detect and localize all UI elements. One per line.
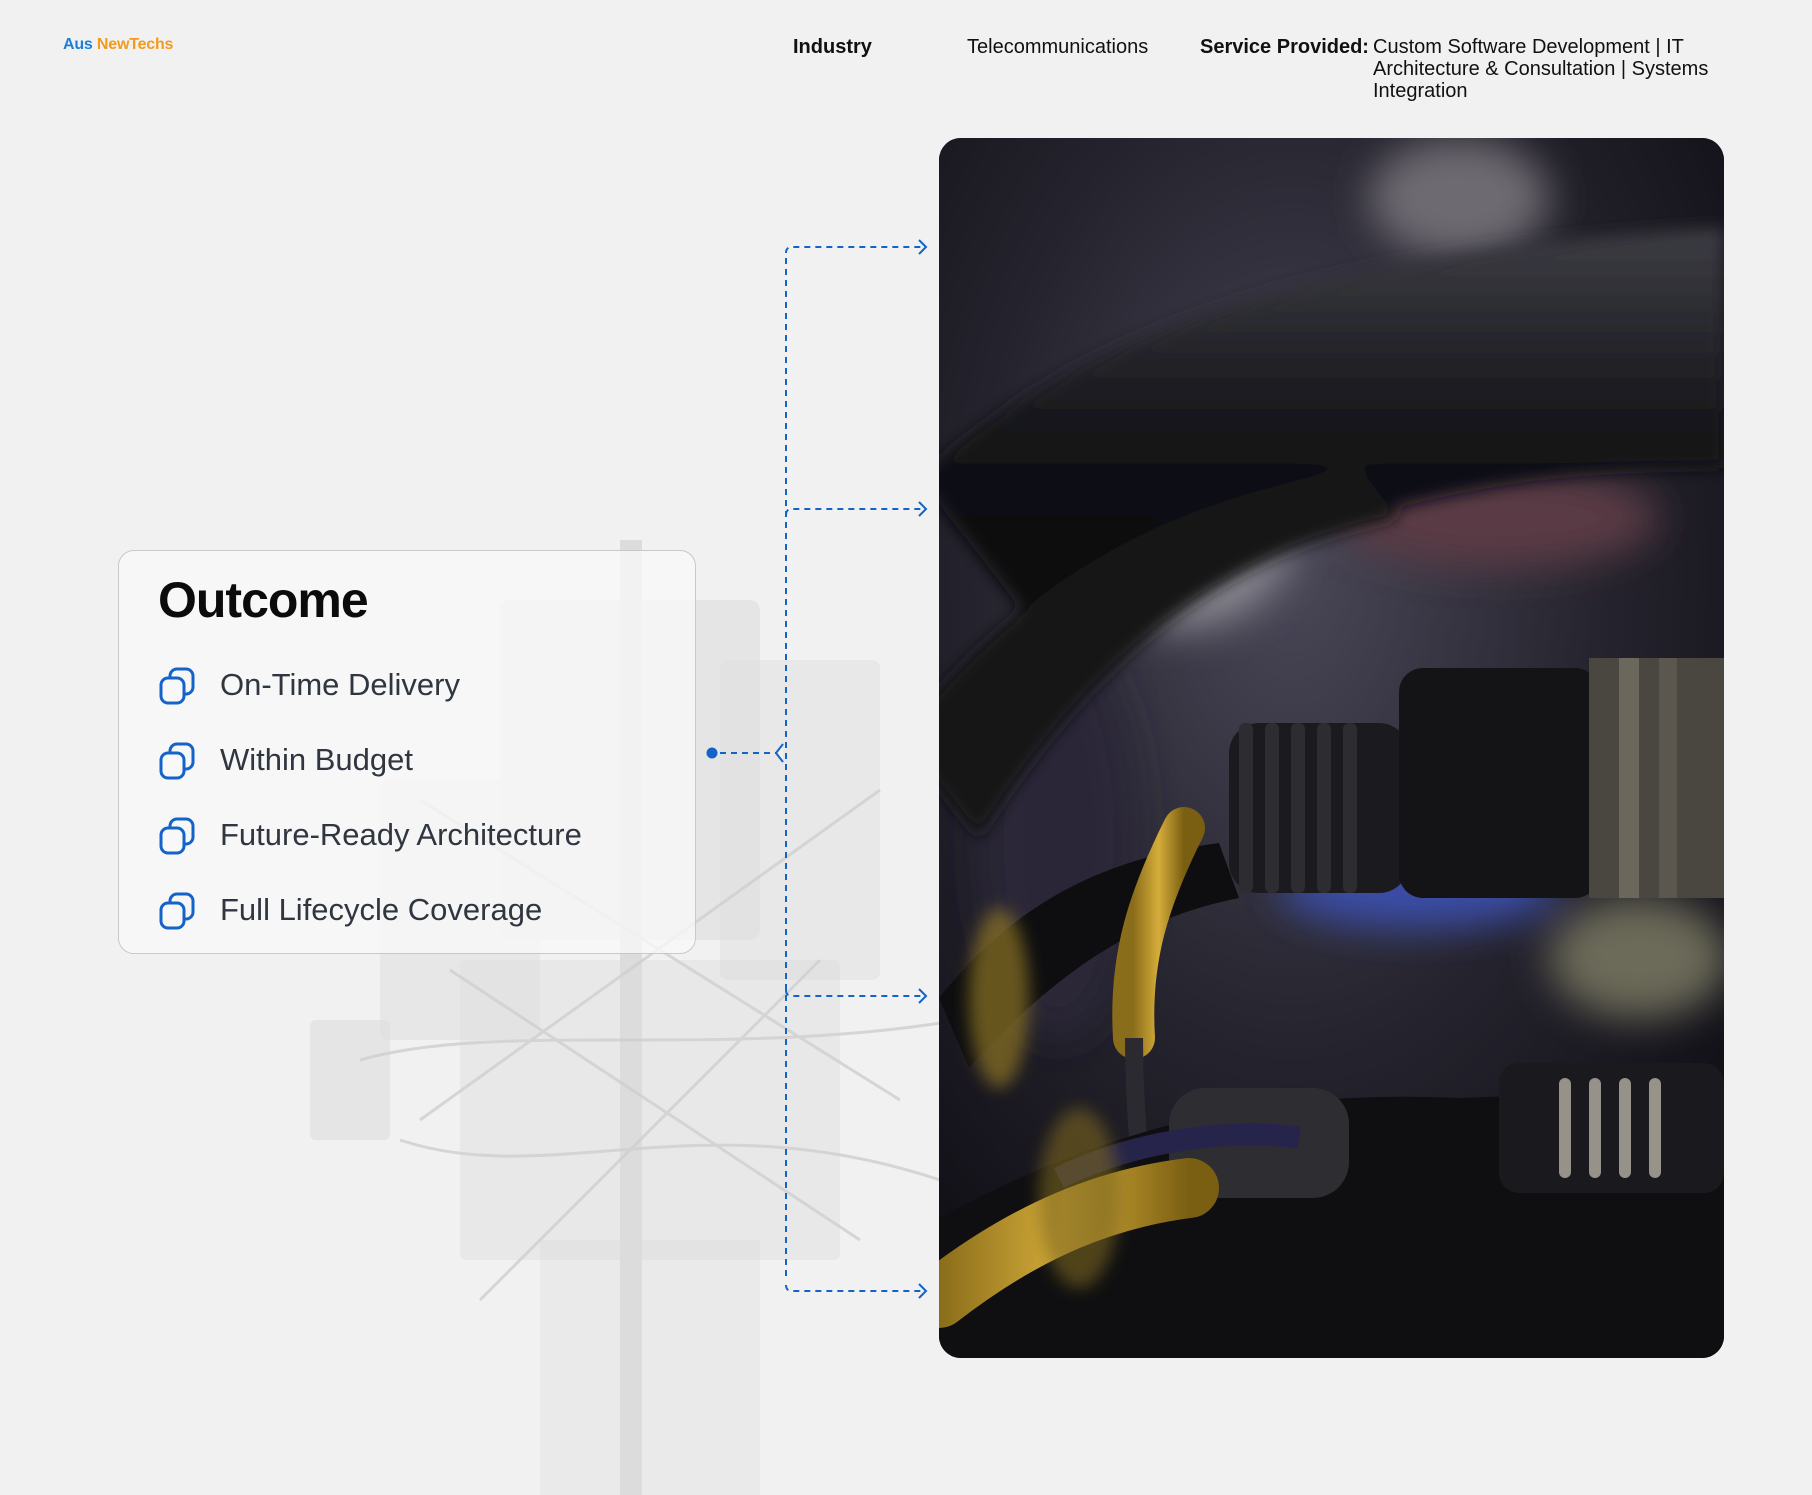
outcome-item-label: Full Lifecycle Coverage [220,892,543,927]
service-provided-value: Custom Software Development | IT Archite… [1373,36,1709,102]
industry-value: Telecommunications [967,36,1149,58]
outcome-item-label: Future-Ready Architecture [220,817,582,852]
service-provided-label: Service Provided: [1200,36,1369,58]
outcome-list: On-Time Delivery Within Budget Future-Re… [158,667,582,968]
outcome-title: Outcome [158,572,369,628]
outcome-item-full-lifecycle-coverage: Full Lifecycle Coverage [158,892,582,968]
overlapping-squares-icon [159,892,195,930]
industry-label: Industry [793,36,872,58]
brand-logo[interactable]: Aus NewTechs [63,36,173,54]
overlapping-squares-icon [159,667,195,705]
outcome-item-label: Within Budget [220,742,413,777]
outcome-item-on-time-delivery: On-Time Delivery [158,667,582,743]
cable-connectors-photo [939,138,1724,1358]
overlapping-squares-icon [159,742,195,780]
brand-logo-part-2: NewTechs [96,36,174,53]
cable-photo-artwork [939,138,1724,1358]
outcome-item-future-ready-architecture: Future-Ready Architecture [158,817,582,893]
brand-logo-part-1: Aus [63,36,93,53]
outcome-card: Outcome On-Time Delivery Within Budget F… [118,550,696,954]
outcome-item-within-budget: Within Budget [158,742,582,818]
overlapping-squares-icon [159,817,195,855]
outcome-item-label: On-Time Delivery [220,667,460,702]
